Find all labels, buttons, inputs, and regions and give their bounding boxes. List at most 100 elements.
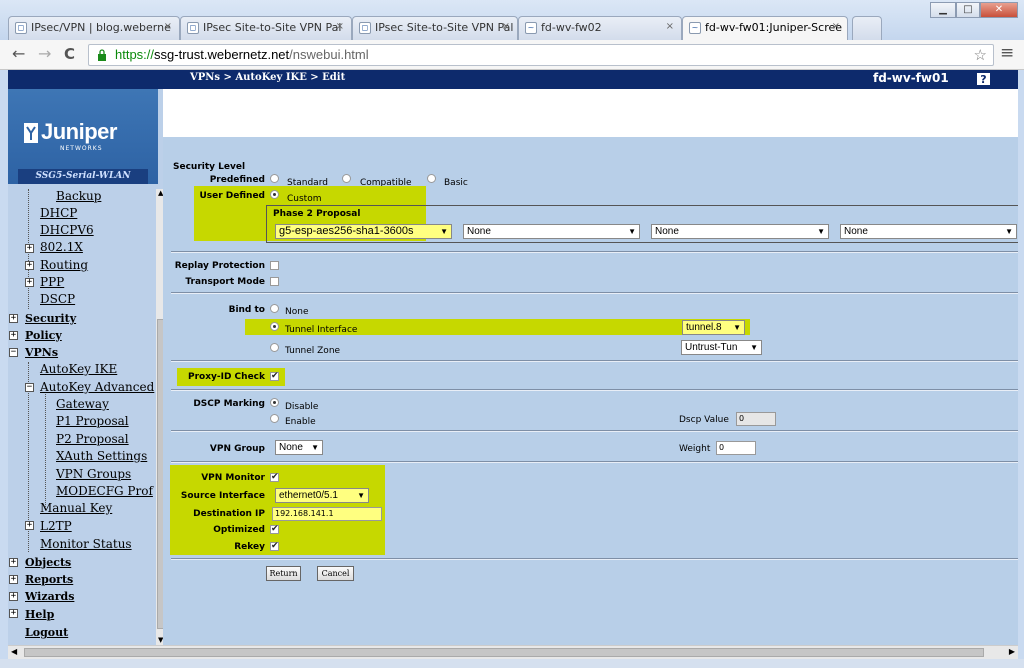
sidebar-item-backup[interactable]: Backup	[56, 189, 101, 203]
sidebar-item-security[interactable]: Security	[25, 312, 76, 325]
tunnel-interface-select[interactable]: tunnel.8 ▼	[682, 320, 745, 335]
back-icon[interactable]: ←	[12, 46, 25, 62]
replay-protection-checkbox[interactable]	[270, 261, 279, 270]
weight-input[interactable]: 0	[716, 441, 756, 455]
address-bar[interactable]: https://ssg-trust.webernetz.net/nswebui.…	[88, 44, 994, 66]
tab-4[interactable]: ~ fd-wv-fw02 ×	[518, 16, 682, 40]
scroll-right-icon[interactable]: ▶	[1009, 647, 1015, 656]
tab-close-icon[interactable]: ×	[502, 21, 510, 32]
p2-proposal-select-4[interactable]: None ▼	[840, 224, 1017, 239]
bookmark-star-icon[interactable]: ☆	[974, 46, 987, 66]
tab-5-active[interactable]: ~ fd-wv-fw01:Juniper-Scree ×	[682, 16, 848, 41]
expand-icon[interactable]: +	[25, 261, 34, 270]
sidebar-item-manual-key[interactable]: Manual Key	[40, 501, 112, 515]
device-model: SSG5-Serial-WLAN	[18, 169, 148, 184]
tab-close-icon[interactable]: ×	[164, 21, 172, 32]
horizontal-scrollbar[interactable]: ◀ ▶	[8, 645, 1018, 659]
expand-icon[interactable]: +	[9, 314, 18, 323]
collapse-icon[interactable]: −	[9, 348, 18, 357]
source-interface-label: Source Interface	[180, 491, 265, 501]
rekey-checkbox[interactable]: ✔	[270, 542, 279, 551]
expand-icon[interactable]: +	[9, 575, 18, 584]
source-interface-select[interactable]: ethernet0/5.1 ▼	[275, 488, 369, 503]
dscp-disable-label: Disable	[285, 402, 319, 412]
transport-mode-checkbox[interactable]	[270, 277, 279, 286]
app-header: VPNs > AutoKey IKE > Edit fd-wv-fw01 ?	[8, 70, 1018, 89]
scrollbar-thumb[interactable]	[24, 648, 984, 657]
tab-close-icon[interactable]: ×	[666, 21, 674, 32]
sidebar-item-help[interactable]: Help	[25, 608, 54, 621]
vpn-group-select[interactable]: None ▼	[275, 440, 323, 455]
new-tab-button[interactable]	[852, 16, 882, 40]
sidebar-item-objects[interactable]: Objects	[25, 556, 71, 569]
tab-1[interactable]: ◻ IPsec/VPN | blog.weberne ×	[8, 16, 180, 40]
sidebar-item-vpns[interactable]: VPNs	[25, 346, 58, 359]
sidebar-item-802-1x[interactable]: 802.1X	[40, 240, 83, 254]
sidebar-item-autokey-ike[interactable]: AutoKey IKE	[40, 362, 117, 376]
sidebar-item-wizards[interactable]: Wizards	[25, 590, 74, 603]
sidebar-item-autokey-advanced[interactable]: AutoKey Advanced	[40, 380, 154, 394]
collapse-icon[interactable]: −	[25, 383, 34, 392]
expand-icon[interactable]: +	[9, 592, 18, 601]
dscp-value-input[interactable]: 0	[736, 412, 776, 426]
lock-icon	[98, 49, 106, 61]
sidebar-item-monitor-status[interactable]: Monitor Status	[40, 537, 132, 551]
security-level-heading: Security Level	[173, 162, 246, 172]
radio-standard[interactable]	[270, 174, 279, 183]
maximize-button[interactable]: □	[956, 2, 980, 18]
sidebar-item-dhcp[interactable]: DHCP	[40, 206, 77, 220]
sidebar-item-dscp[interactable]: DSCP	[40, 292, 75, 306]
sidebar-item-logout[interactable]: Logout	[25, 626, 68, 639]
minimize-button[interactable]: ▁	[930, 2, 956, 18]
optimized-checkbox[interactable]: ✔	[270, 525, 279, 534]
destination-ip-input[interactable]: 192.168.141.1	[272, 507, 382, 521]
p2-proposal-select-2[interactable]: None ▼	[463, 224, 640, 239]
p2-proposal-select-1[interactable]: g5-esp-aes256-sha1-3600s ▼	[275, 224, 452, 239]
tab-close-icon[interactable]: ×	[832, 21, 840, 32]
sidebar-item-gateway[interactable]: Gateway	[56, 397, 109, 411]
sidebar-item-policy[interactable]: Policy	[25, 329, 62, 342]
sidebar-item-p1-proposal[interactable]: P1 Proposal	[56, 414, 129, 428]
expand-icon[interactable]: +	[9, 558, 18, 567]
radio-basic[interactable]	[427, 174, 436, 183]
tab-close-icon[interactable]: ×	[336, 21, 344, 32]
sidebar-item-dhcpv6[interactable]: DHCPV6	[40, 223, 94, 237]
scroll-left-icon[interactable]: ◀	[11, 647, 17, 656]
tab-3[interactable]: ◻ IPsec Site-to-Site VPN Pal ×	[352, 16, 518, 40]
radio-compatible[interactable]	[342, 174, 351, 183]
sidebar-item-modecfg-profile[interactable]: MODECFG Prof	[56, 484, 153, 498]
radio-tunnel-zone[interactable]	[270, 343, 279, 352]
sidebar-item-reports[interactable]: Reports	[25, 573, 73, 586]
radio-custom[interactable]	[270, 190, 279, 199]
expand-icon[interactable]: +	[9, 609, 18, 618]
forward-icon[interactable]: →	[38, 46, 51, 62]
expand-icon[interactable]: +	[25, 244, 34, 253]
radio-tunnel-interface[interactable]	[270, 322, 279, 331]
proxy-id-checkbox[interactable]: ✔	[270, 372, 279, 381]
cancel-button[interactable]: Cancel	[317, 566, 354, 581]
replay-protection-label: Replay Protection	[174, 261, 265, 271]
p2-proposal-select-3[interactable]: None ▼	[651, 224, 829, 239]
vpn-monitor-checkbox[interactable]: ✔	[270, 473, 279, 482]
sidebar-item-xauth-settings[interactable]: XAuth Settings	[56, 449, 147, 463]
help-icon[interactable]: ?	[976, 72, 991, 86]
expand-icon[interactable]: +	[25, 278, 34, 287]
radio-bind-none[interactable]	[270, 304, 279, 313]
radio-dscp-enable[interactable]	[270, 414, 279, 423]
sidebar-item-ppp[interactable]: PPP	[40, 275, 64, 289]
sidebar-item-p2-proposal[interactable]: P2 Proposal	[56, 432, 129, 446]
expand-icon[interactable]: +	[25, 521, 34, 530]
return-button[interactable]: Return	[266, 566, 301, 581]
reload-icon[interactable]: C	[64, 46, 75, 62]
divider	[171, 292, 1018, 294]
sidebar-item-l2tp[interactable]: L2TP	[40, 519, 72, 533]
sidebar-scrollbar[interactable]: ▲ ▼	[156, 189, 163, 645]
sidebar-item-vpn-groups[interactable]: VPN Groups	[56, 467, 131, 481]
close-window-button[interactable]: ✕	[980, 2, 1018, 18]
tunnel-zone-select[interactable]: Untrust-Tun ▼	[681, 340, 762, 355]
tab-2[interactable]: ◻ IPsec Site-to-Site VPN Pal ×	[180, 16, 352, 40]
sidebar-item-routing[interactable]: Routing	[40, 258, 88, 272]
radio-dscp-disable[interactable]	[270, 398, 279, 407]
browser-menu-icon[interactable]: ≡	[1000, 45, 1014, 62]
expand-icon[interactable]: +	[9, 331, 18, 340]
